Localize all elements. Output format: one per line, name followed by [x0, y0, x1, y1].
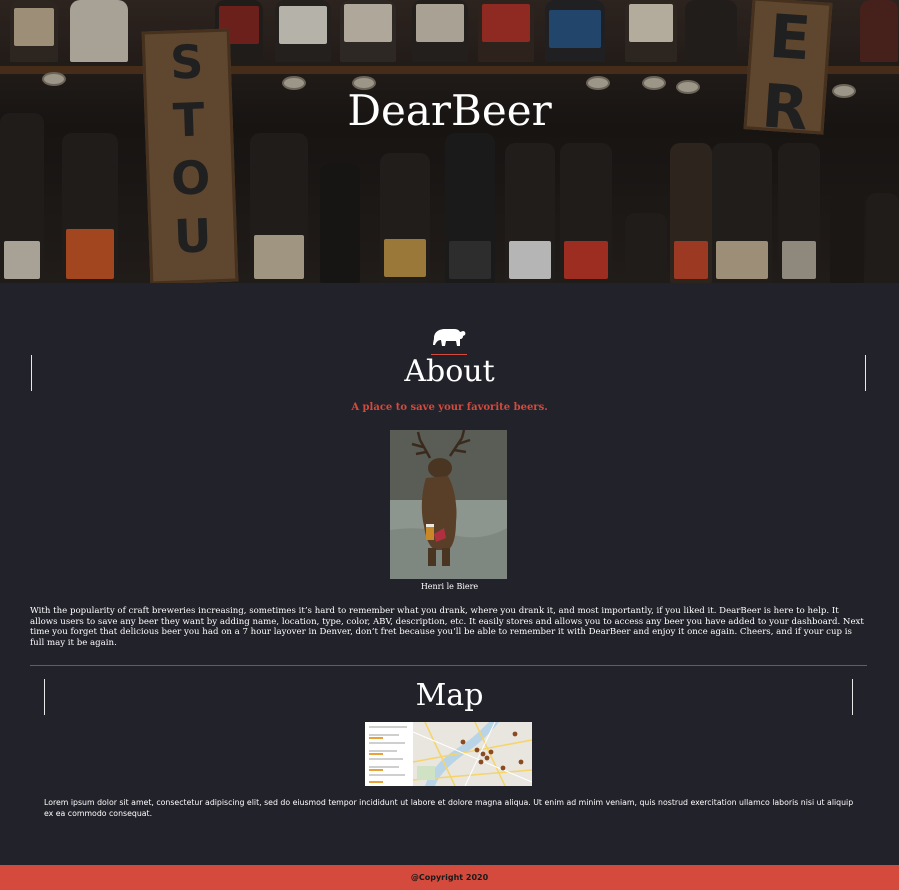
photo-caption: Henri le Biere	[420, 582, 479, 591]
about-tagline: A place to save your favorite beers.	[351, 402, 548, 413]
map-description: Lorem ipsum dolor sit amet, consectetur …	[44, 798, 854, 818]
copyright-text: @Copyright 2020	[410, 873, 489, 882]
section-divider	[30, 665, 867, 666]
footer: @Copyright 2020	[0, 865, 899, 890]
brewery-map[interactable]	[365, 722, 532, 786]
hero-overlay	[0, 0, 899, 283]
about-description: With the popularity of craft breweries i…	[30, 606, 864, 648]
site-title: DearBeer	[347, 86, 552, 135]
bear-icon	[433, 329, 466, 346]
about-heading: About	[404, 354, 495, 389]
hero-banner: STOU ER DearBeer	[0, 0, 899, 283]
map-heading: Map	[415, 678, 484, 713]
bear-photo	[390, 430, 507, 579]
